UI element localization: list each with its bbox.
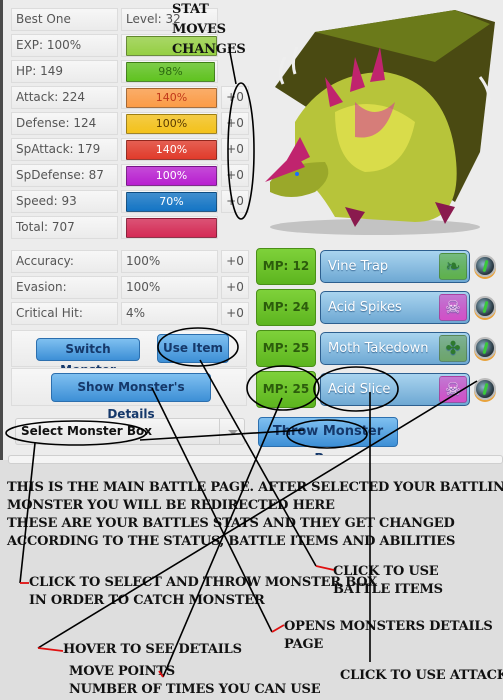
stat-label: Accuracy: xyxy=(11,250,118,273)
stat-bar-cell: 70% xyxy=(121,190,218,213)
stat-bar-cell xyxy=(121,216,218,239)
throw-monster-box-button[interactable]: Throw Monster Box xyxy=(258,417,398,467)
annotation-use-attack: Click to use attack xyxy=(340,668,503,683)
details-row: Show Monster's Details xyxy=(11,368,247,421)
tick xyxy=(315,565,335,571)
annotation-stat-moves-changes: STAT MOVES CHANGES xyxy=(172,0,246,60)
stat-bar-cell: 140% xyxy=(121,86,218,109)
stat-label: Total: 707 xyxy=(11,216,118,239)
move-info-icon[interactable] xyxy=(474,296,496,318)
stat-bar-cell: 140% xyxy=(121,138,218,161)
move-info-icon[interactable] xyxy=(474,378,496,400)
annotation-throw-box: Click to select and throw monster box in… xyxy=(29,574,377,610)
annotation-hover: Hover to see details xyxy=(63,642,242,657)
stat-change: +0 xyxy=(221,302,249,325)
stat-label: HP: 149 xyxy=(11,60,118,83)
stat-bar-cell: 98% xyxy=(121,60,218,83)
move-name: Acid Spikes xyxy=(328,300,402,315)
annotation-intro: This is the main battle page. After sele… xyxy=(7,479,503,551)
stat-label: Speed: 93 xyxy=(11,190,118,213)
stat-value: 4% xyxy=(121,302,218,325)
move-points: MP: 12 xyxy=(256,248,316,285)
annotation-line: STAT xyxy=(172,2,209,17)
stat-change: +0 xyxy=(221,86,249,109)
stat-bar: 140% xyxy=(126,88,217,108)
stat-bar-cell: 100% xyxy=(121,164,218,187)
stat-bar: 100% xyxy=(126,166,217,186)
battle-panel: Best One Level: 32 EXP: 100% HP: 149 98% At… xyxy=(0,0,503,467)
move-button[interactable]: Vine Trap ❧ xyxy=(320,250,470,283)
stat-label: Critical Hit: xyxy=(11,302,118,325)
annotation-details-page: Opens monsters details page xyxy=(284,618,493,654)
monster-box-select-value: Select Monster Box xyxy=(21,424,153,438)
annotation-line: battle items xyxy=(333,582,443,597)
move-button[interactable]: Acid Slice ☠ xyxy=(320,373,470,406)
move-button[interactable]: Moth Takedown ✤ xyxy=(320,332,470,365)
move-points: MP: 25 xyxy=(256,330,316,367)
annotation-line: Click to use xyxy=(333,564,439,579)
stat-value: 100% xyxy=(121,276,218,299)
stat-change: +0 xyxy=(221,250,249,273)
annotation-line: number of times you can use xyxy=(69,682,321,697)
chevron-down-icon[interactable] xyxy=(219,419,244,444)
monster-name: Best One xyxy=(11,8,118,31)
stat-label: Attack: 224 xyxy=(11,86,118,109)
stat-bar-cell: 100% xyxy=(121,112,218,135)
stat-change: +0 xyxy=(221,276,249,299)
move-points: MP: 25 xyxy=(256,371,316,408)
tick xyxy=(271,624,285,633)
move-name: Acid Slice xyxy=(328,382,391,397)
move-name: Moth Takedown xyxy=(328,341,429,356)
horizontal-scrollbar[interactable] xyxy=(8,455,503,464)
stat-label: Evasion: xyxy=(11,276,118,299)
stat-change: +0 xyxy=(221,190,249,213)
stat-label: Defense: 124 xyxy=(11,112,118,135)
poison-type-icon: ☠ xyxy=(439,376,467,403)
annotation-line: in order to catch monster xyxy=(29,593,265,608)
move-button[interactable]: Acid Spikes ☠ xyxy=(320,291,470,324)
move-info-icon[interactable] xyxy=(474,337,496,359)
move-name: Vine Trap xyxy=(328,259,389,274)
stat-bar: 70% xyxy=(126,192,217,212)
tick xyxy=(37,647,64,652)
stat-change: +0 xyxy=(221,112,249,135)
annotation-line: CHANGES xyxy=(172,42,246,57)
annotation-line: Click to select and throw monster box xyxy=(29,575,378,590)
move-points: MP: 24 xyxy=(256,289,316,326)
stat-label: EXP: 100% xyxy=(11,34,118,57)
stat-bar: 98% xyxy=(126,62,215,82)
annotation-line: page xyxy=(284,637,324,652)
monster-image xyxy=(255,2,503,242)
monster-box-select[interactable]: Select Monster Box xyxy=(15,418,245,445)
stat-label: SpDefense: 87 xyxy=(11,164,118,187)
annotation-line: Move points xyxy=(69,664,175,679)
move-info-icon[interactable] xyxy=(474,255,496,277)
stat-value: 100% xyxy=(121,250,218,273)
stat-bar: 100% xyxy=(126,114,217,134)
stat-bar: 140% xyxy=(126,140,217,160)
annotation-line: according to the status, battle items an… xyxy=(7,534,456,549)
stat-bar xyxy=(126,218,217,238)
switch-monster-button[interactable]: Switch Monster xyxy=(36,338,140,377)
annotation-line: These are your battles stats and they ge… xyxy=(7,516,455,531)
stat-change: +0 xyxy=(221,164,249,187)
grass-type-icon: ❧ xyxy=(439,253,467,280)
show-details-button[interactable]: Show Monster's Details xyxy=(51,373,211,421)
stat-change: +0 xyxy=(221,138,249,161)
annotation-line: This is the main battle page. After sele… xyxy=(7,480,503,495)
poison-type-icon: ☠ xyxy=(439,294,467,321)
annotation-use-items: Click to use battle items xyxy=(333,563,443,599)
annotation-line: monster you will be redirected here xyxy=(7,498,335,513)
stat-label: SpAttack: 179 xyxy=(11,138,118,161)
annotation-line: MOVES xyxy=(172,22,226,37)
annotation-line: Opens monsters details xyxy=(284,619,493,634)
use-item-button[interactable]: Use Item xyxy=(157,334,229,363)
action-row: Switch Monster Use Item xyxy=(11,330,247,377)
annotation-move-points: Move points number of times you can use xyxy=(69,663,321,699)
bug-type-icon: ✤ xyxy=(439,335,467,362)
